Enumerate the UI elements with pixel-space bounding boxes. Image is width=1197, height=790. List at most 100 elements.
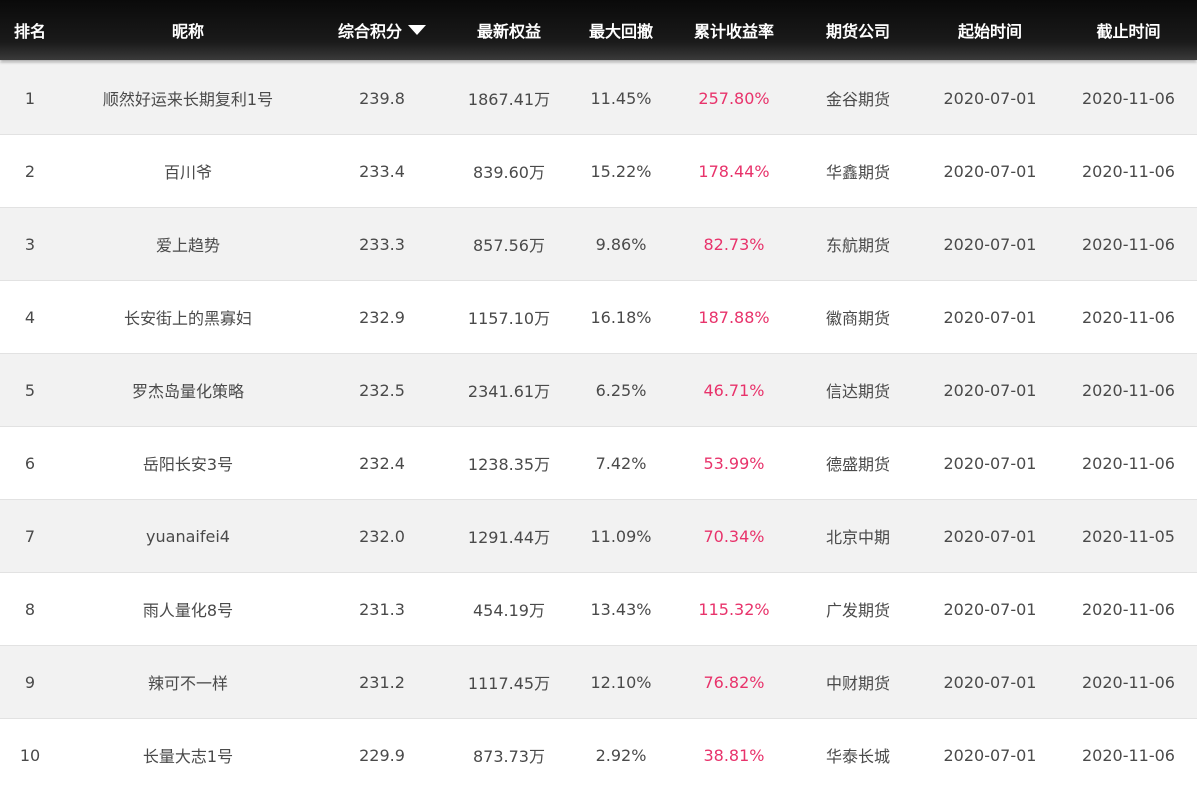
- cell-equity: 2341.61万: [467, 382, 551, 401]
- cell-company: 德盛期货: [825, 455, 890, 474]
- cell-end: 2020-11-06: [1082, 161, 1175, 181]
- cell-company: 华鑫期货: [825, 163, 890, 182]
- cell-start: 2020-07-01: [943, 526, 1037, 546]
- cell-start: 2020-07-01: [943, 672, 1037, 692]
- cell-end: 2020-11-06: [1082, 88, 1175, 108]
- table-row[interactable]: 4 长安街上的黑寡妇 232.9 1157.10万 16.18% 187.88% 徽商期货 2…: [0, 281, 1197, 354]
- cell-drawdown: 6.25%: [595, 380, 647, 400]
- header-nickname[interactable]: 昵称: [60, 18, 316, 42]
- header-end[interactable]: 截止时间: [1060, 18, 1197, 42]
- cell-equity: 1291.44万: [467, 528, 551, 547]
- cell-equity: 1867.41万: [467, 90, 551, 109]
- cell-score: 233.4: [359, 161, 405, 181]
- cell-end: 2020-11-06: [1082, 672, 1175, 692]
- cell-drawdown: 9.86%: [595, 234, 647, 254]
- cell-rank: 4: [24, 307, 36, 327]
- header-score-label: 综合积分: [337, 22, 402, 41]
- cell-nickname: 爱上趋势: [155, 236, 220, 255]
- cell-equity: 1238.35万: [467, 455, 551, 474]
- cell-rank: 5: [24, 380, 36, 400]
- cell-rank: 1: [24, 88, 36, 108]
- ranking-table: 排名 昵称 综合积分 最新权益 最大回撤 累计收益率 期货公司 起始时间 截止时…: [0, 0, 1197, 790]
- cell-drawdown: 16.18%: [590, 307, 652, 327]
- cell-end: 2020-11-05: [1082, 526, 1175, 546]
- cell-nickname: 雨人量化8号: [142, 601, 234, 620]
- header-start[interactable]: 起始时间: [920, 18, 1060, 42]
- sort-score-button[interactable]: 综合积分: [338, 18, 426, 42]
- cell-equity: 1117.45万: [467, 674, 551, 693]
- cell-drawdown: 15.22%: [590, 161, 652, 181]
- cell-start: 2020-07-01: [943, 234, 1037, 254]
- cell-company: 徽商期货: [825, 309, 890, 328]
- cell-score: 231.3: [359, 599, 405, 619]
- table-row[interactable]: 9 辣可不一样 231.2 1117.45万 12.10% 76.82% 中财期货 2020-…: [0, 646, 1197, 719]
- header-drawdown[interactable]: 最大回撤: [570, 18, 672, 42]
- cell-company: 中财期货: [825, 674, 890, 693]
- cell-drawdown: 2.92%: [595, 745, 647, 765]
- cell-start: 2020-07-01: [943, 161, 1037, 181]
- cell-company: 信达期货: [825, 382, 890, 401]
- table-row[interactable]: 3 爱上趋势 233.3 857.56万 9.86% 82.73% 东航期货 2020-07-…: [0, 208, 1197, 281]
- cell-rank: 3: [24, 234, 36, 254]
- table-row[interactable]: 5 罗杰岛量化策略 232.5 2341.61万 6.25% 46.71% 信达期货 2020…: [0, 354, 1197, 427]
- cell-end: 2020-11-06: [1082, 307, 1175, 327]
- header-score[interactable]: 综合积分: [316, 18, 448, 42]
- cell-score: 233.3: [359, 234, 405, 254]
- cell-nickname: yuanaifei4: [146, 526, 230, 546]
- cell-nickname: 辣可不一样: [147, 674, 228, 693]
- cell-start: 2020-07-01: [943, 599, 1037, 619]
- cell-nickname: 岳阳长安3号: [142, 455, 234, 474]
- cell-score: 232.9: [359, 307, 405, 327]
- cell-nickname: 顺然好运来长期复利1号: [102, 90, 274, 109]
- cell-rank: 6: [24, 453, 36, 473]
- cell-return: 187.88%: [698, 307, 770, 327]
- cell-nickname: 罗杰岛量化策略: [131, 382, 244, 401]
- triangle-down-icon: [408, 25, 426, 35]
- cell-end: 2020-11-06: [1082, 745, 1175, 765]
- cell-start: 2020-07-01: [943, 380, 1037, 400]
- cell-return: 76.82%: [703, 672, 765, 692]
- table-row[interactable]: 7 yuanaifei4 232.0 1291.44万 11.09% 70.34% 北京中期…: [0, 500, 1197, 573]
- cell-end: 2020-11-06: [1082, 380, 1175, 400]
- header-company[interactable]: 期货公司: [796, 18, 920, 42]
- cell-start: 2020-07-01: [943, 307, 1037, 327]
- cell-end: 2020-11-06: [1082, 453, 1175, 473]
- cell-return: 178.44%: [698, 161, 770, 181]
- cell-rank: 10: [19, 745, 41, 765]
- cell-score: 232.0: [359, 526, 405, 546]
- cell-nickname: 百川爷: [163, 163, 212, 182]
- cell-company: 华泰长城: [825, 747, 890, 766]
- header-equity[interactable]: 最新权益: [448, 18, 570, 42]
- cell-rank: 7: [24, 526, 36, 546]
- header-rank[interactable]: 排名: [0, 18, 60, 42]
- cell-company: 金谷期货: [825, 90, 890, 109]
- cell-rank: 2: [24, 161, 36, 181]
- table-row[interactable]: 6 岳阳长安3号 232.4 1238.35万 7.42% 53.99% 德盛期货 2020-…: [0, 427, 1197, 500]
- cell-return: 46.71%: [703, 380, 765, 400]
- cell-nickname: 长安街上的黑寡妇: [123, 309, 252, 328]
- cell-score: 229.9: [359, 745, 405, 765]
- header-return[interactable]: 累计收益率: [672, 18, 796, 42]
- cell-return: 53.99%: [703, 453, 765, 473]
- cell-nickname: 长量大志1号: [142, 747, 234, 766]
- table-row[interactable]: 10 长量大志1号 229.9 873.73万 2.92% 38.81% 华泰长城 2020-…: [0, 719, 1197, 790]
- cell-score: 232.4: [359, 453, 405, 473]
- cell-equity: 839.60万: [473, 163, 545, 182]
- cell-return: 115.32%: [698, 599, 770, 619]
- cell-equity: 857.56万: [473, 236, 545, 255]
- table-row[interactable]: 8 雨人量化8号 231.3 454.19万 13.43% 115.32% 广发期货 2020…: [0, 573, 1197, 646]
- table-header: 排名 昵称 综合积分 最新权益 最大回撤 累计收益率 期货公司 起始时间 截止时…: [0, 0, 1197, 60]
- cell-start: 2020-07-01: [943, 745, 1037, 765]
- cell-company: 北京中期: [825, 528, 890, 547]
- cell-return: 257.80%: [698, 88, 770, 108]
- cell-equity: 873.73万: [473, 747, 545, 766]
- table-body: 1 顺然好运来长期复利1号 239.8 1867.41万 11.45% 257.80% 金谷…: [0, 62, 1197, 790]
- cell-drawdown: 11.09%: [590, 526, 652, 546]
- cell-score: 239.8: [359, 88, 405, 108]
- cell-drawdown: 7.42%: [595, 453, 647, 473]
- table-row[interactable]: 2 百川爷 233.4 839.60万 15.22% 178.44% 华鑫期货 2020-07…: [0, 135, 1197, 208]
- cell-drawdown: 12.10%: [590, 672, 652, 692]
- cell-rank: 8: [24, 599, 36, 619]
- cell-return: 38.81%: [703, 745, 765, 765]
- table-row[interactable]: 1 顺然好运来长期复利1号 239.8 1867.41万 11.45% 257.80% 金谷…: [0, 62, 1197, 135]
